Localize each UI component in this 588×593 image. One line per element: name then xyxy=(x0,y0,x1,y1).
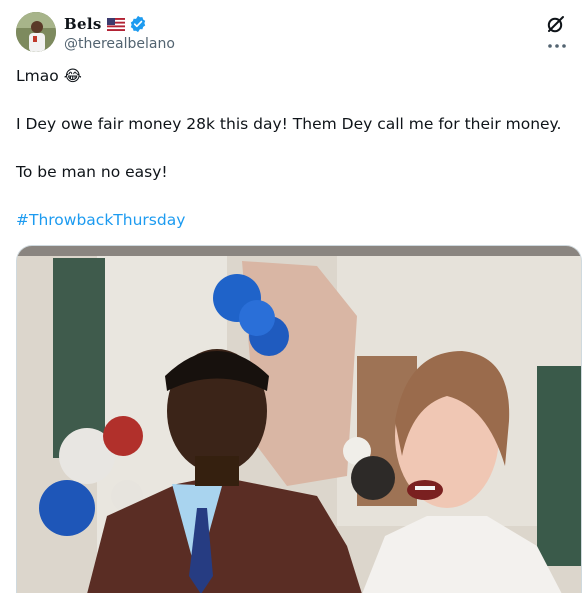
hashtag-link[interactable]: #ThrowbackThursday xyxy=(16,211,185,229)
us-flag-icon xyxy=(106,17,125,31)
tweet-line-3: To be man no easy! xyxy=(16,163,168,181)
tweet-line-2: I Dey owe fair money 28k this day! Them … xyxy=(16,115,562,133)
more-options-icon[interactable] xyxy=(546,38,568,54)
tweet-line-1-text: Lmao xyxy=(16,67,64,85)
tweet-text: Lmao 😂 I Dey owe fair money 28k this day… xyxy=(16,66,576,230)
laughing-emoji-icon: 😂 xyxy=(63,67,82,85)
photo-illustration xyxy=(17,246,581,593)
handle[interactable]: @therealbelano xyxy=(64,35,175,54)
verified-badge-icon[interactable] xyxy=(129,15,147,33)
tweet-photo[interactable] xyxy=(16,245,582,593)
tweet-header: Bels @therealbelano xyxy=(16,12,572,54)
avatar[interactable] xyxy=(16,12,56,52)
grok-icon[interactable] xyxy=(546,14,566,34)
tweet-line-1: Lmao 😂 xyxy=(16,66,576,86)
display-name-row: Bels xyxy=(64,14,175,34)
user-names: Bels @therealbelano xyxy=(64,14,175,54)
display-name[interactable]: Bels xyxy=(64,15,102,33)
